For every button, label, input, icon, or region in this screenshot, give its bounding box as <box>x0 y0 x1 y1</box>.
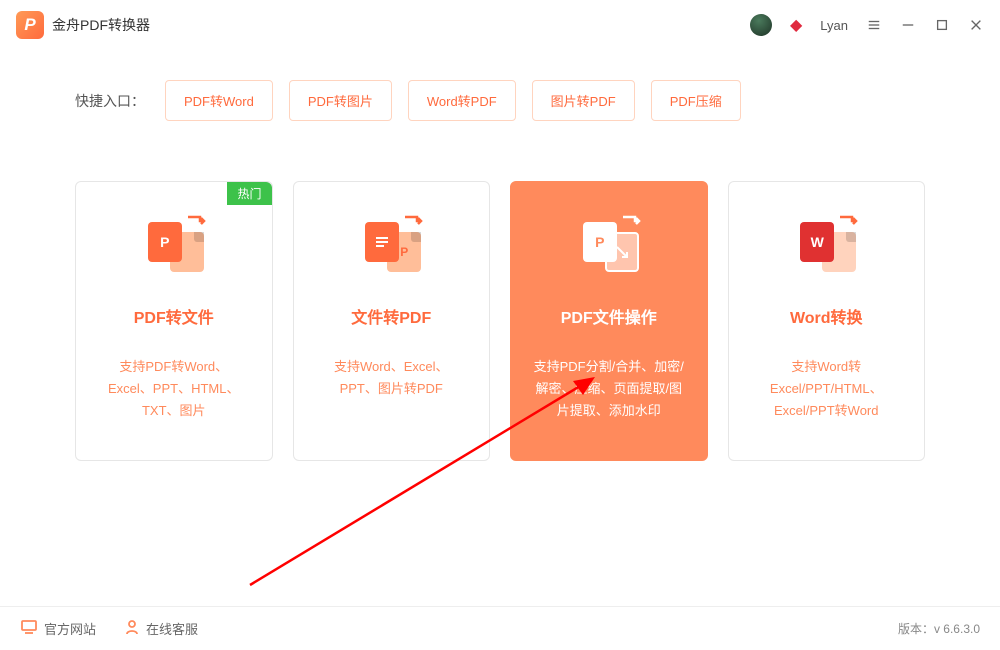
hot-badge: 热门 <box>227 182 271 205</box>
official-website-link[interactable]: 官方网站 <box>20 619 96 638</box>
quick-word-to-pdf[interactable]: Word转PDF <box>408 80 516 121</box>
version-info: 版本：v 6.6.3.0 <box>898 620 980 637</box>
quick-pdf-to-word[interactable]: PDF转Word <box>165 80 273 121</box>
version-number: v 6.6.3.0 <box>934 622 980 636</box>
titlebar: P 金舟PDF转换器 ◆ Lyan <box>0 0 1000 50</box>
close-button[interactable] <box>968 17 984 33</box>
card-desc: 支持PDF分割/合并、加密/解密、压缩、页面提取/图片提取、添加水印 <box>523 356 695 422</box>
app-title: 金舟PDF转换器 <box>52 15 150 35</box>
customer-support-link[interactable]: 在线客服 <box>124 619 198 638</box>
card-title: PDF转文件 <box>88 304 260 328</box>
feature-cards: 热门 P PDF转文件 支持PDF转Word、Excel、PPT、HTML、TX… <box>0 121 1000 461</box>
card-file-to-pdf[interactable]: P 文件转PDF 支持Word、Excel、PPT、图片转PDF <box>293 181 491 461</box>
titlebar-left: P 金舟PDF转换器 <box>16 11 150 39</box>
word-convert-icon: W <box>796 218 856 278</box>
card-desc: 支持Word、Excel、PPT、图片转PDF <box>306 356 478 400</box>
file-to-pdf-icon: P <box>361 218 421 278</box>
quick-entry-section: 快捷入口： PDF转Word PDF转图片 Word转PDF 图片转PDF PD… <box>0 50 1000 121</box>
support-label: 在线客服 <box>146 619 198 638</box>
maximize-button[interactable] <box>934 17 950 33</box>
username: Lyan <box>820 18 848 33</box>
gem-icon[interactable]: ◆ <box>790 15 802 35</box>
support-icon <box>124 619 140 638</box>
minimize-button[interactable] <box>900 17 916 33</box>
quick-image-to-pdf[interactable]: 图片转PDF <box>532 80 635 121</box>
card-pdf-to-file[interactable]: 热门 P PDF转文件 支持PDF转Word、Excel、PPT、HTML、TX… <box>75 181 273 461</box>
titlebar-right: ◆ Lyan <box>750 14 984 36</box>
app-logo-icon: P <box>16 11 44 39</box>
pdf-operations-icon: P <box>579 218 639 278</box>
card-title: Word转换 <box>741 304 913 328</box>
bottombar: 官方网站 在线客服 版本：v 6.6.3.0 <box>0 606 1000 650</box>
monitor-icon <box>20 619 38 638</box>
avatar[interactable] <box>750 14 772 36</box>
card-word-convert[interactable]: W Word转换 支持Word转Excel/PPT/HTML、Excel/PPT… <box>728 181 926 461</box>
card-pdf-operations[interactable]: P PDF文件操作 支持PDF分割/合并、加密/解密、压缩、页面提取/图片提取、… <box>510 181 708 461</box>
card-title: PDF文件操作 <box>523 304 695 328</box>
version-prefix: 版本： <box>898 622 934 636</box>
quick-pdf-to-image[interactable]: PDF转图片 <box>289 80 392 121</box>
card-desc: 支持Word转Excel/PPT/HTML、Excel/PPT转Word <box>741 356 913 422</box>
menu-icon[interactable] <box>866 17 882 33</box>
quick-entry-label: 快捷入口： <box>75 91 145 111</box>
website-label: 官方网站 <box>44 619 96 638</box>
card-title: 文件转PDF <box>306 304 478 328</box>
card-desc: 支持PDF转Word、Excel、PPT、HTML、TXT、图片 <box>88 356 260 422</box>
quick-pdf-compress[interactable]: PDF压缩 <box>651 80 741 121</box>
pdf-to-file-icon: P <box>144 218 204 278</box>
